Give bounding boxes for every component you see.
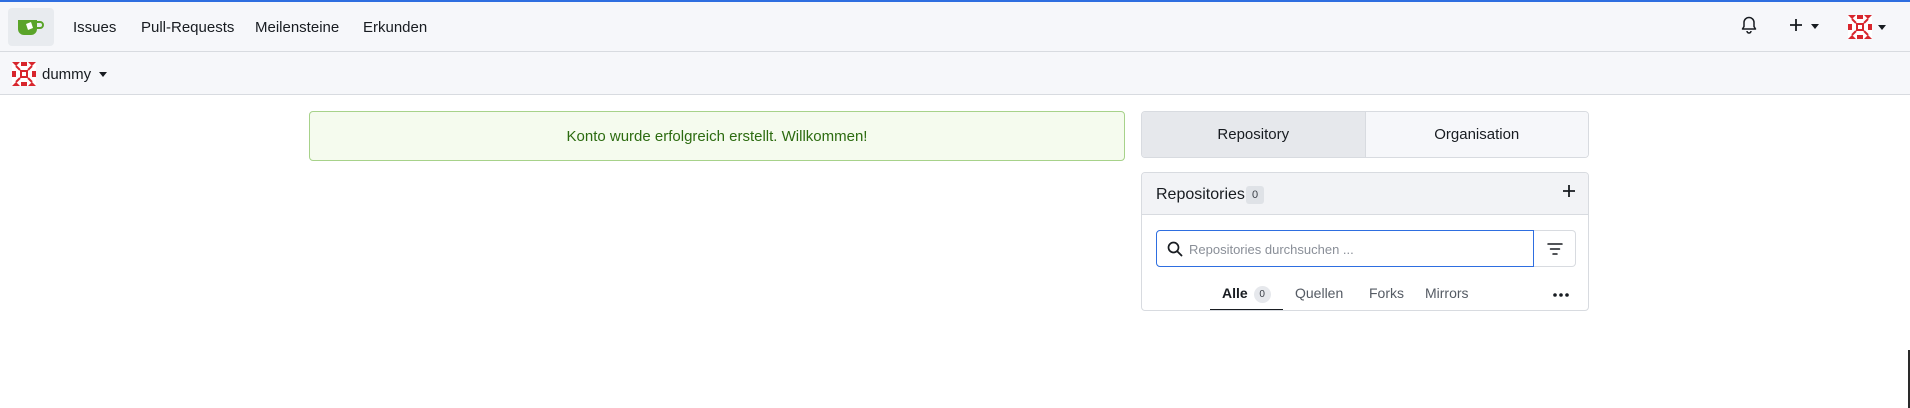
repositories-panel: Repositories 0 Alle 0 [1141,172,1589,311]
context-user-name: dummy [42,65,92,83]
filter-tab-all-label: Alle [1222,285,1248,301]
repo-search-row [1156,230,1576,267]
nav-issues[interactable]: Issues [73,19,116,36]
new-repository-button[interactable] [1562,184,1576,203]
filter-tab-all[interactable]: Alle 0 [1222,285,1271,303]
filter-tab-mirrors[interactable]: Mirrors [1425,285,1469,301]
repositories-panel-header: Repositories 0 [1142,173,1588,215]
gitea-logo[interactable] [8,8,54,46]
repositories-count-badge: 0 [1246,186,1264,204]
active-tab-indicator [1210,309,1283,310]
flash-text: Konto wurde erfolgreich erstellt. Willko… [566,127,868,145]
repo-search-input[interactable] [1189,237,1525,261]
chevron-down-icon [1878,25,1887,30]
gitea-teacup-icon [18,20,44,35]
repo-filter-button[interactable] [1534,230,1576,267]
tab-organisation[interactable]: Organisation [1365,112,1588,157]
identicon-avatar [12,62,36,86]
repo-filter-tabs: Alle 0 Quellen Forks Mirrors [1142,277,1588,310]
create-menu-button[interactable] [1789,18,1820,37]
notifications-button[interactable] [1741,16,1757,39]
filter-tab-forks[interactable]: Forks [1369,285,1404,301]
user-menu-button[interactable] [1848,15,1887,44]
context-user-switcher[interactable]: dummy [12,62,108,86]
repo-search-box [1156,230,1534,267]
more-filters-button[interactable] [1552,285,1570,303]
dashboard-context-bar: dummy [0,52,1910,95]
chevron-down-icon [99,71,108,77]
nav-milestones[interactable]: Meilensteine [255,19,339,36]
tab-repository[interactable]: Repository [1142,112,1366,157]
plus-icon [1790,19,1802,31]
nav-pull-requests[interactable]: Pull-Requests [141,19,234,36]
repositories-title: Repositories [1156,186,1245,203]
filter-icon [1546,242,1563,255]
success-flash-message: Konto wurde erfolgreich erstellt. Willko… [309,111,1125,161]
chevron-down-icon [1811,24,1820,29]
bell-icon [1741,16,1757,34]
ellipsis-icon [1553,293,1569,297]
plus-icon [1563,185,1575,197]
search-icon [1167,241,1183,262]
top-navbar: Issues Pull-Requests Meilensteine Erkund… [0,0,1910,52]
identicon-avatar [1848,15,1872,39]
repo-org-switcher: Repository Organisation [1141,111,1589,158]
nav-explore[interactable]: Erkunden [363,19,427,36]
filter-tab-sources[interactable]: Quellen [1295,285,1343,301]
filter-all-count-badge: 0 [1253,286,1271,303]
